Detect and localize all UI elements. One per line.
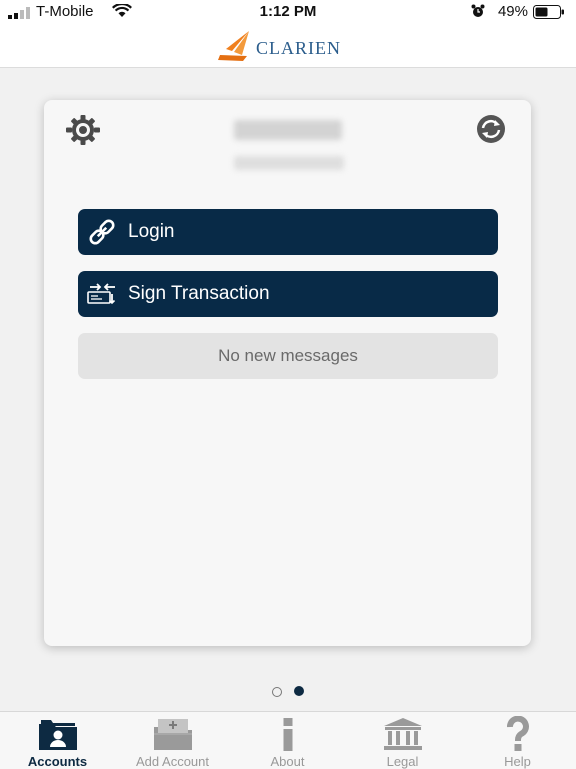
carrier-name: T-Mobile (36, 3, 94, 20)
sign-transaction-button[interactable]: Sign Transaction (78, 271, 498, 317)
tab-legal[interactable]: Legal (345, 712, 460, 769)
tab-add-account-label: Add Account (136, 754, 209, 769)
alarm-icon (471, 4, 485, 17)
bank-icon (384, 718, 422, 750)
wifi-icon (112, 4, 132, 17)
logo-text: CLARIEN (256, 38, 341, 58)
tab-help[interactable]: Help (460, 712, 575, 769)
login-button[interactable]: Login (78, 209, 498, 255)
link-icon (89, 219, 115, 245)
clarien-logo: CLARIEN (216, 29, 366, 63)
page-dot-2-active[interactable] (294, 686, 304, 696)
battery-percent: 49% (497, 3, 528, 20)
page-indicator[interactable] (271, 686, 307, 698)
messages-banner[interactable]: No new messages (78, 333, 498, 379)
battery-icon (533, 5, 564, 19)
account-name-blurred (234, 120, 342, 140)
tab-add-account[interactable]: Add Account (115, 712, 230, 769)
info-icon (283, 718, 293, 751)
main-content[interactable]: Login Sign Transaction No new messages (0, 68, 576, 711)
tab-bar: Accounts Add Account About Legal Help (0, 711, 576, 769)
tab-about-label: About (270, 754, 305, 769)
account-card[interactable]: Login Sign Transaction No new messages (44, 100, 531, 646)
sign-transaction-icon (87, 283, 116, 305)
tab-accounts[interactable]: Accounts (0, 712, 115, 769)
tab-accounts-label: Accounts (27, 754, 88, 769)
account-id-blurred (234, 156, 344, 170)
login-label: Login (128, 221, 175, 242)
sail-logo-icon (218, 31, 249, 61)
status-bar: T-Mobile 1:12 PM 49% (0, 0, 576, 24)
page-dot-1[interactable] (272, 687, 282, 697)
tab-about[interactable]: About (230, 712, 345, 769)
tab-legal-label: Legal (386, 754, 419, 769)
gear-icon[interactable] (66, 115, 100, 145)
refresh-icon[interactable] (473, 114, 509, 144)
question-icon (507, 716, 529, 751)
sign-transaction-label: Sign Transaction (128, 283, 270, 304)
tab-help-label: Help (504, 754, 531, 769)
folder-user-icon (39, 720, 77, 750)
cell-signal-icon (8, 7, 30, 19)
app-header: CLARIEN (0, 24, 576, 68)
folder-add-icon (154, 719, 192, 750)
